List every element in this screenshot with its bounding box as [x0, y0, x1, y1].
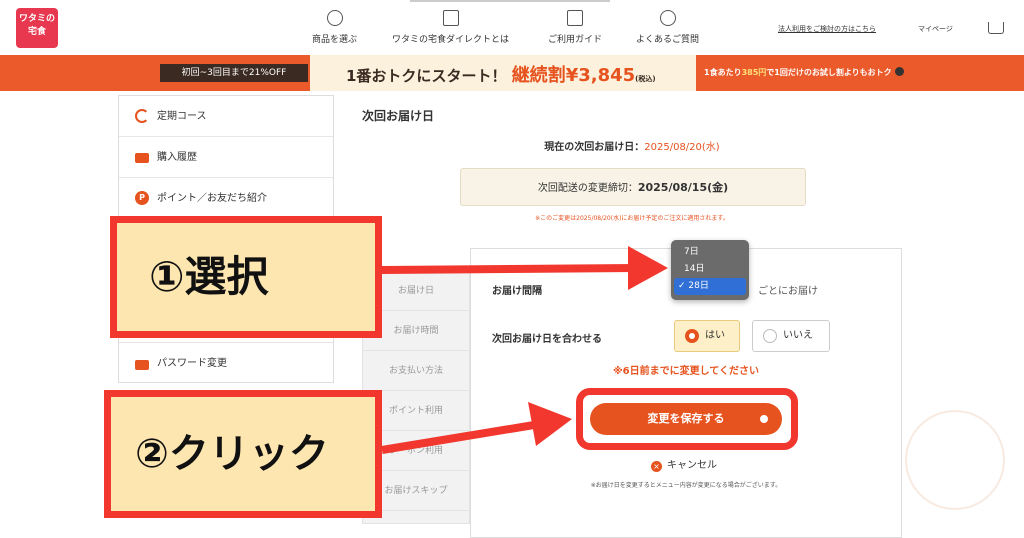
promo-price: ¥3,845 — [565, 65, 636, 86]
nav-products[interactable]: 商品を選ぶ — [312, 10, 357, 45]
radio-checked-icon — [685, 329, 699, 343]
interval-selected-label: 28日 — [688, 281, 709, 291]
promo-main-text: 1番おトクにスタート！ 継続割¥3,845(税込) — [346, 61, 656, 87]
home-icon — [442, 10, 459, 26]
interval-option-28[interactable]: ✓ 28日 — [674, 278, 746, 295]
site-header: ワタミの宅食 商品を選ぶ ワタミの宅食ダイレクトとは ご利用ガイド よくあるご質… — [0, 0, 1024, 55]
change-deadline-box: 次回配送の変更締切：2025/08/15(金) — [460, 168, 806, 206]
interval-label: お届け間隔 — [492, 286, 542, 297]
lock-icon — [135, 360, 149, 370]
interval-suffix: ごとにお届け — [758, 286, 818, 297]
deadline-value: 2025/08/15(金) — [637, 181, 729, 194]
corporate-link[interactable]: 法人利用をご検討の方はこちら — [778, 24, 876, 34]
step2-callout: ②クリック — [104, 390, 382, 518]
bowl-watermark-icon — [905, 410, 1005, 510]
sidebar-item-subscription[interactable]: 定期コース — [119, 96, 333, 137]
sidebar-item-label: 定期コース — [157, 111, 207, 122]
step1-callout: ①選択 — [110, 216, 382, 338]
nav-faq-label: よくあるご質問 — [636, 35, 700, 45]
search-icon — [326, 10, 343, 26]
interval-option-14[interactable]: 14日 — [674, 261, 746, 278]
nav-guide-label: ご利用ガイド — [548, 35, 603, 45]
current-delivery-date: 現在の次回お届け日：2025/08/20(水) — [362, 138, 902, 153]
interval-dropdown[interactable]: 7日 14日 ✓ 28日 — [671, 240, 749, 300]
current-delivery-value: 2025/08/20(水) — [644, 142, 720, 153]
promo-accent-label: 継続割 — [511, 65, 566, 86]
faq-icon — [659, 10, 676, 26]
align-no-label: いいえ — [783, 330, 813, 341]
change-warning: ※6日前までに変更してください — [612, 366, 760, 377]
chevron-right-icon — [894, 67, 904, 76]
align-date-label: 次回お届け日を合わせる — [492, 334, 602, 345]
promo-right-2: で1回だけのお試し割よりもおトク — [766, 68, 892, 77]
top-divider — [410, 0, 610, 2]
cart-icon — [135, 153, 149, 163]
sidebar-item-points[interactable]: P ポイント／お友だち紹介 — [119, 178, 333, 219]
tab-payment[interactable]: お支払い方法 — [363, 351, 469, 391]
save-highlight-ring — [576, 388, 798, 450]
align-yes-label: はい — [705, 330, 725, 341]
nav-about-label: ワタミの宅食ダイレクトとは — [392, 35, 510, 45]
promo-right-text: 1食あたり385円で1回だけのお試し割よりもおトク — [704, 67, 904, 78]
promo-price-note: (税込) — [635, 75, 656, 83]
mypage-link[interactable]: マイページ — [918, 24, 953, 34]
align-yes-radio[interactable]: はい — [674, 320, 740, 352]
sidebar-item-label: 購入履歴 — [157, 152, 197, 163]
current-delivery-label: 現在の次回お届け日： — [544, 142, 645, 153]
point-icon: P — [135, 191, 149, 205]
nav-products-label: 商品を選ぶ — [312, 35, 358, 45]
promo-right-1: 1食あたり — [704, 68, 742, 77]
promo-right-highlight: 385円 — [741, 68, 767, 77]
deadline-label: 次回配送の変更締切： — [537, 183, 638, 194]
promo-first-badge: 初回~3回目まで21%OFF — [160, 64, 308, 82]
interval-option-7[interactable]: 7日 — [674, 244, 746, 261]
sidebar-item-label: ポイント／お友だち紹介 — [157, 193, 267, 204]
nav-about[interactable]: ワタミの宅食ダイレクトとは — [392, 10, 509, 45]
page-title: 次回お届け日 — [362, 109, 435, 123]
sidebar-item-password[interactable]: パスワード変更 — [119, 342, 333, 382]
cycle-icon — [135, 109, 149, 123]
sidebar-item-history[interactable]: 購入履歴 — [119, 137, 333, 178]
promo-banner[interactable]: 初回~3回目まで21%OFF 1番おトクにスタート！ 継続割¥3,845(税込)… — [0, 55, 1024, 91]
site-logo[interactable]: ワタミの宅食 — [16, 8, 58, 48]
radio-unchecked-icon — [763, 329, 777, 343]
cancel-label: キャンセル — [667, 460, 717, 471]
nav-guide[interactable]: ご利用ガイド — [548, 10, 602, 45]
nav-faq[interactable]: よくあるご質問 — [636, 10, 699, 45]
apply-note: ※このご変更は2025/08/20(水)にお届け予定のご注文に適用されます。 — [535, 215, 729, 222]
guide-icon — [567, 10, 583, 26]
close-icon: × — [651, 461, 662, 472]
align-no-radio[interactable]: いいえ — [752, 320, 830, 352]
cancel-button[interactable]: × キャンセル — [651, 456, 717, 472]
sidebar-item-label: パスワード変更 — [157, 358, 227, 369]
change-footnote: ※お届け日を変更するとメニュー内容が変更になる場合がございます。 — [590, 482, 782, 489]
cart-icon[interactable] — [988, 22, 1004, 34]
promo-headline: 1番おトクにスタート！ — [346, 67, 507, 85]
